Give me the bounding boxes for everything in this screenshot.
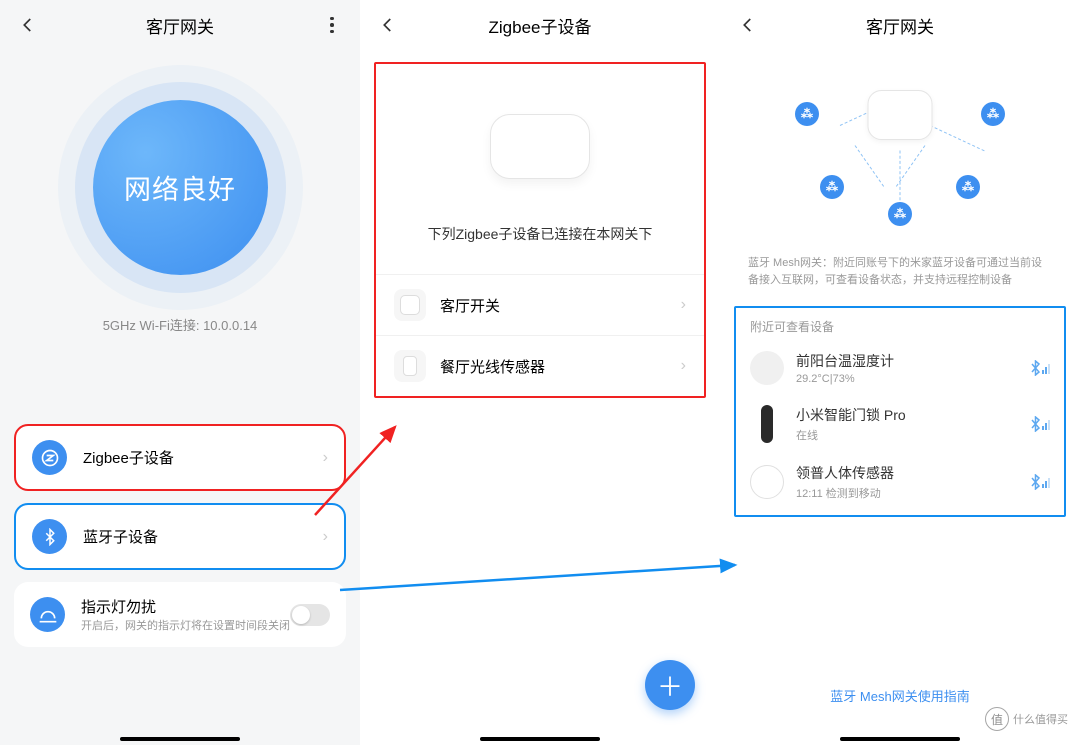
chevron-right-icon: ›: [323, 528, 328, 546]
mesh-description: 蓝牙 Mesh网关：附近同账号下的米家蓝牙设备可通过当前设备接入互联网，可查看设…: [720, 250, 1080, 306]
device-name: 客厅开关: [440, 295, 681, 316]
device-status: 12:11 检测到移动: [796, 485, 1028, 501]
mesh-diagram: ⁂ ⁂ ⁂ ⁂ ⁂: [740, 60, 1060, 240]
home-indicator: [840, 737, 960, 741]
device-name: 小米智能门锁 Pro: [796, 405, 1028, 425]
back-icon[interactable]: [18, 15, 38, 35]
chevron-right-icon: ›: [323, 449, 328, 467]
device-name: 前阳台温湿度计: [796, 351, 1028, 371]
nearby-device-row[interactable]: 前阳台温湿度计 29.2°C|73%: [746, 341, 1054, 395]
page-title: 客厅网关: [866, 13, 934, 38]
watermark-icon: 值: [985, 707, 1009, 731]
zigbee-device-row[interactable]: 餐厅光线传感器 ›: [376, 335, 704, 396]
chevron-right-icon: ›: [681, 296, 686, 314]
switch-icon: [394, 289, 426, 321]
panel-bluetooth-mesh: 客厅网关 ⁂ ⁂ ⁂ ⁂ ⁂ 蓝牙 Mesh网关：附近同账号下的米家蓝牙设备可通…: [720, 0, 1080, 745]
light-icon: [30, 597, 65, 632]
page-title: Zigbee子设备: [489, 13, 592, 38]
header: Zigbee子设备: [360, 0, 720, 50]
sensor-icon: [394, 350, 426, 382]
bluetooth-signal-icon: [1028, 360, 1050, 376]
zigbee-desc: 下列Zigbee子设备已连接在本网关下: [376, 214, 704, 274]
lock-icon: [761, 405, 773, 443]
nearby-title: 附近可查看设备: [746, 316, 1054, 341]
chevron-right-icon: ›: [681, 357, 686, 375]
header: 客厅网关: [0, 0, 360, 50]
zigbee-device-box: 下列Zigbee子设备已连接在本网关下 客厅开关 › 餐厅光线传感器 ›: [374, 62, 706, 398]
bluetooth-icon: [32, 519, 67, 554]
zigbee-device-row[interactable]: 客厅开关 ›: [376, 274, 704, 335]
bluetooth-node-icon: ⁂: [795, 102, 819, 126]
home-indicator: [120, 737, 240, 741]
add-device-button[interactable]: ＋: [645, 660, 695, 710]
wifi-info: 5GHz Wi-Fi连接: 10.0.0.14: [0, 315, 360, 334]
watermark: 值 什么值得买: [985, 707, 1068, 731]
back-icon[interactable]: [738, 15, 758, 35]
bluetooth-devices-item[interactable]: 蓝牙子设备 ›: [14, 503, 346, 570]
hub-image: [475, 89, 605, 199]
dnd-title: 指示灯勿扰: [81, 596, 290, 617]
page-title: 客厅网关: [146, 13, 214, 38]
back-icon[interactable]: [378, 15, 398, 35]
panel-gateway-main: 客厅网关 网络良好 5GHz Wi-Fi连接: 10.0.0.14 Zigbee…: [0, 0, 360, 745]
plus-icon: ＋: [657, 667, 683, 704]
status-indicator: 网络良好: [93, 100, 268, 275]
dnd-toggle[interactable]: [290, 604, 330, 626]
bluetooth-node-icon: ⁂: [888, 202, 912, 226]
mesh-hub-icon: [868, 90, 933, 140]
zigbee-label: Zigbee子设备: [83, 447, 323, 468]
watermark-text: 什么值得买: [1013, 711, 1068, 727]
thermometer-icon: [750, 351, 784, 385]
dnd-sub: 开启后，网关的指示灯将在设置时间段关闭: [81, 619, 290, 633]
device-status: 在线: [796, 427, 1028, 443]
nearby-device-row[interactable]: 领普人体传感器 12:11 检测到移动: [746, 453, 1054, 511]
device-name: 餐厅光线传感器: [440, 356, 681, 377]
bluetooth-signal-icon: [1028, 474, 1050, 490]
bluetooth-signal-icon: [1028, 416, 1050, 432]
mesh-guide-link[interactable]: 蓝牙 Mesh网关使用指南: [720, 686, 1080, 705]
home-indicator: [480, 737, 600, 741]
bluetooth-label: 蓝牙子设备: [83, 526, 323, 547]
header: 客厅网关: [720, 0, 1080, 50]
indicator-dnd-item[interactable]: 指示灯勿扰 开启后，网关的指示灯将在设置时间段关闭: [14, 582, 346, 647]
status-text: 网络良好: [124, 168, 236, 207]
bluetooth-node-icon: ⁂: [820, 175, 844, 199]
motion-sensor-icon: [750, 465, 784, 499]
device-status: 29.2°C|73%: [796, 373, 1028, 385]
panel-zigbee-list: Zigbee子设备 下列Zigbee子设备已连接在本网关下 客厅开关 › 餐厅光…: [360, 0, 720, 745]
device-name: 领普人体传感器: [796, 463, 1028, 483]
nearby-devices-box: 附近可查看设备 前阳台温湿度计 29.2°C|73% 小米智能门锁 Pro 在线: [734, 306, 1066, 517]
zigbee-devices-item[interactable]: Zigbee子设备 ›: [14, 424, 346, 491]
bluetooth-node-icon: ⁂: [981, 102, 1005, 126]
zigbee-icon: [32, 440, 67, 475]
nearby-device-row[interactable]: 小米智能门锁 Pro 在线: [746, 395, 1054, 453]
bluetooth-node-icon: ⁂: [956, 175, 980, 199]
menu-list: Zigbee子设备 › 蓝牙子设备 › 指示灯勿扰 开启后，网关的指示灯将在设置…: [0, 424, 360, 647]
more-icon[interactable]: [322, 15, 342, 35]
